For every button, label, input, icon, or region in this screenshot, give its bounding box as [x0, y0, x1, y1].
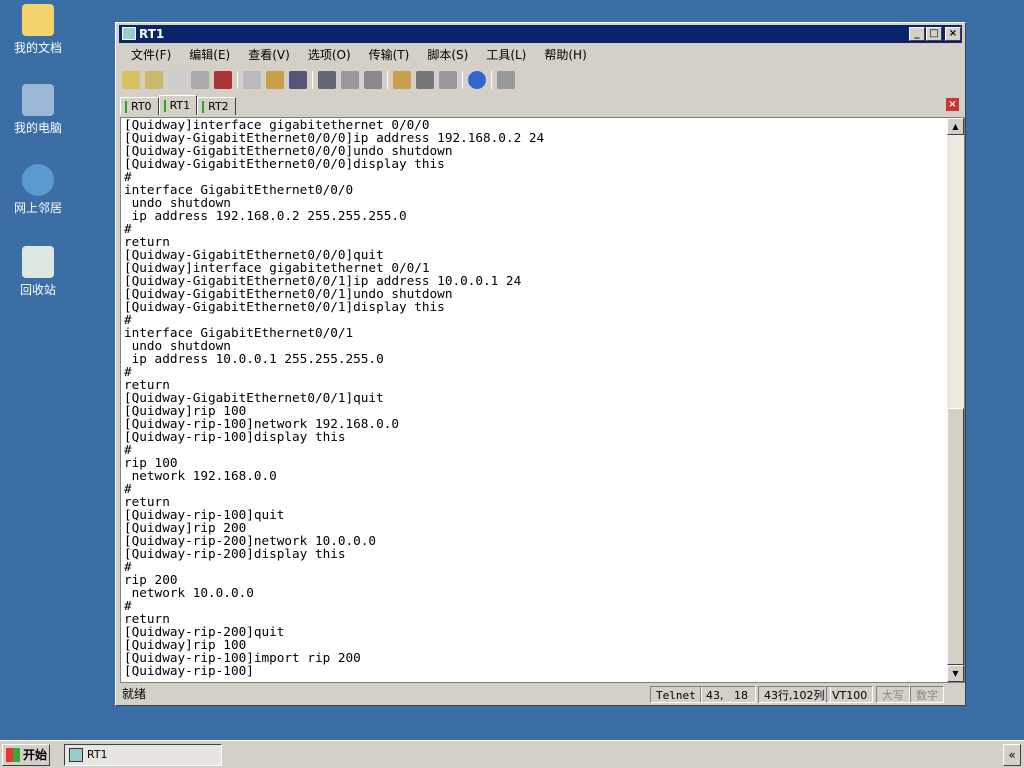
status-indicator [125, 100, 127, 113]
desktop-icon-recycle-bin[interactable]: 回收站 [4, 246, 72, 298]
caps-lock-cell: 大写 [876, 686, 910, 703]
recycle-bin-icon [22, 246, 54, 278]
windows-logo-icon [6, 748, 20, 762]
print-setup-icon[interactable] [318, 71, 336, 89]
terminal-line: # [124, 364, 132, 379]
tab-rt1[interactable]: RT1 [158, 95, 198, 115]
connect-tab-icon[interactable] [168, 71, 186, 89]
tab-rt0[interactable]: RT0 [120, 97, 159, 115]
menu-item-3[interactable]: 选项(O) [299, 45, 360, 65]
start-button[interactable]: 开始 [2, 744, 50, 766]
toolbar-separator [387, 71, 388, 89]
terminal-line: # [124, 221, 132, 236]
terminal-line: ip address 192.168.0.2 255.255.255.0 [124, 208, 407, 223]
global-options-icon[interactable] [416, 71, 434, 89]
terminal-line: # [124, 481, 132, 496]
scroll-thumb[interactable] [947, 408, 964, 665]
terminal-line: [Quidway-rip-100]display this [124, 429, 346, 444]
log-icon[interactable] [497, 71, 515, 89]
desktop-icon-my-computer[interactable]: 我的电脑 [4, 84, 72, 136]
terminal-line: [Quidway-rip-100] [124, 663, 254, 678]
find-icon[interactable] [289, 71, 307, 89]
window-title: RT1 [139, 27, 165, 41]
tray-expand-button[interactable]: « [1003, 744, 1021, 766]
minimize-button[interactable]: _ [909, 27, 925, 41]
folder-icon [22, 4, 54, 36]
desktop-icon-network[interactable]: 网上邻居 [4, 164, 72, 216]
session-tabs: RT0 RT1 RT2 [120, 95, 236, 115]
terminal-line: network 10.0.0.0 [124, 585, 254, 600]
menu-item-0[interactable]: 文件(F) [122, 45, 180, 65]
status-bar: 就绪 Telnet 43, 18 43行,102列 VT100 大写 数字 [120, 684, 965, 704]
taskbar-app-rt1[interactable]: RT1 [64, 744, 222, 766]
print-icon[interactable] [364, 71, 382, 89]
connect-icon[interactable] [122, 71, 140, 89]
session-options-icon[interactable] [393, 71, 411, 89]
menu-item-7[interactable]: 帮助(H) [535, 45, 595, 65]
quick-connect-icon[interactable] [145, 71, 163, 89]
terminal[interactable]: [Quidway]interface gigabitethernet 0/0/0… [120, 117, 965, 683]
menu-item-1[interactable]: 编辑(E) [180, 45, 239, 65]
emulation-cell: VT100 [826, 686, 874, 703]
terminal-output: [Quidway]interface gigabitethernet 0/0/0… [124, 118, 544, 677]
title-bar[interactable]: RT1 _ □ × [119, 25, 962, 43]
menu-bar: 文件(F) 编辑(E) 查看(V) 选项(O) 传输(T) 脚本(S) 工具(L) 帮助(H) [122, 45, 596, 65]
toolbar-separator [491, 71, 492, 89]
vertical-scrollbar[interactable]: ▲ ▼ [947, 118, 964, 682]
securecrt-window: RT1 _ □ × 文件(F) 编辑(E) 查看(V) 选项(O) 传输(T) 脚本(S)… [115, 22, 966, 706]
help-icon[interactable] [468, 71, 486, 89]
status-indicator [163, 99, 166, 112]
disconnect-icon[interactable] [214, 71, 232, 89]
close-tab-icon[interactable]: × [946, 98, 959, 111]
desktop-icon-my-documents[interactable]: 我的文档 [4, 4, 72, 56]
toolbar-separator [237, 71, 238, 89]
num-lock-cell: 数字 [910, 686, 944, 703]
menu-item-5[interactable]: 脚本(S) [418, 45, 477, 65]
app-icon [122, 27, 136, 40]
close-button[interactable]: × [945, 27, 961, 41]
scroll-up-button[interactable]: ▲ [947, 118, 964, 135]
terminal-line: # [124, 559, 132, 574]
terminal-size-cell: 43行,102列 [758, 686, 831, 703]
menu-item-2[interactable]: 查看(V) [239, 45, 299, 65]
terminal-line: ip address 10.0.0.1 255.255.255.0 [124, 351, 384, 366]
status-text: 就绪 [122, 687, 147, 701]
toolbar-separator [462, 71, 463, 89]
terminal-line: network 192.168.0.0 [124, 468, 277, 483]
paste-icon[interactable] [266, 71, 284, 89]
terminal-line: # [124, 598, 132, 613]
cursor-position-cell: 43, 18 [700, 686, 756, 703]
menu-item-4[interactable]: 传输(T) [360, 45, 419, 65]
terminal-line: [Quidway-rip-200]display this [124, 546, 346, 561]
status-indicator [202, 100, 205, 113]
toolbar [122, 67, 515, 93]
maximize-button[interactable]: □ [926, 27, 942, 41]
network-icon [22, 164, 54, 196]
tab-rt2[interactable]: RT2 [197, 97, 236, 115]
copy-icon[interactable] [243, 71, 261, 89]
terminal-line: [Quidway-GigabitEthernet0/0/0]display th… [124, 156, 445, 171]
key-icon[interactable] [439, 71, 457, 89]
toolbar-separator [312, 71, 313, 89]
app-icon [69, 748, 83, 762]
protocol-cell: Telnet [650, 686, 702, 703]
terminal-line: # [124, 442, 132, 457]
menu-item-6[interactable]: 工具(L) [477, 45, 535, 65]
scroll-down-button[interactable]: ▼ [947, 665, 964, 682]
terminal-line: [Quidway-GigabitEthernet0/0/1]display th… [124, 299, 445, 314]
taskbar: 开始 RT1 « [0, 740, 1024, 768]
print-selection-icon[interactable] [341, 71, 359, 89]
computer-icon [22, 84, 54, 116]
reconnect-icon[interactable] [191, 71, 209, 89]
